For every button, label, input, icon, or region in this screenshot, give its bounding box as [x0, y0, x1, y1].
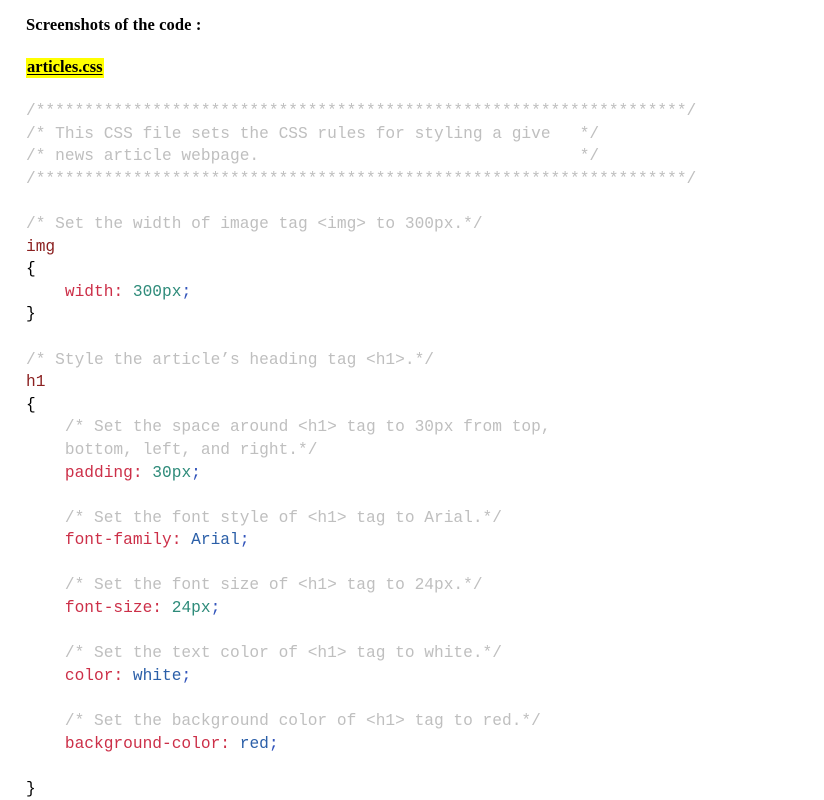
code-line: padding: 30px; — [26, 462, 806, 485]
code-line: /* news article webpage. */ — [26, 145, 806, 168]
css-comment: /* This CSS file sets the CSS rules for … — [26, 124, 600, 143]
css-brace: } — [26, 779, 36, 798]
code-line: font-family: Arial; — [26, 529, 806, 552]
css-comment: /* Set the font size of <h1> tag to 24px… — [26, 576, 483, 595]
css-comment: /* Set the text color of <h1> tag to whi… — [26, 644, 502, 663]
css-colon: : — [113, 666, 133, 685]
code-line: /* Set the font size of <h1> tag to 24px… — [26, 574, 806, 597]
css-comment: /***************************************… — [26, 169, 697, 188]
page-title: Screenshots of the code : — [26, 15, 202, 34]
css-property: color — [64, 666, 114, 685]
code-line: img — [26, 236, 806, 259]
css-semicolon: ; — [181, 282, 192, 301]
code-line: h1 — [26, 371, 806, 394]
css-comment: /* Set the space around <h1> tag to 30px… — [26, 418, 551, 437]
css-semicolon: ; — [191, 463, 201, 482]
css-selector: img — [26, 237, 56, 256]
css-value: 30px — [152, 463, 192, 482]
code-line: { — [26, 258, 806, 281]
css-comment: bottom, left, and right.*/ — [26, 440, 318, 459]
css-brace: } — [26, 305, 36, 324]
css-comment: /***************************************… — [26, 102, 697, 120]
code-line: } — [26, 303, 806, 326]
code-line: /***************************************… — [26, 168, 806, 191]
css-semicolon: ; — [181, 666, 192, 685]
css-semicolon: ; — [268, 734, 279, 753]
css-comment: /* Set the width of image tag <img> to 3… — [26, 214, 483, 233]
code-line: font-size: 24px; — [26, 597, 806, 620]
css-value: 24px — [171, 599, 211, 618]
css-value: Arial — [191, 531, 240, 550]
css-property: font-family — [64, 531, 172, 550]
css-colon: : — [132, 463, 153, 482]
css-colon: : — [113, 282, 133, 301]
css-semicolon: ; — [210, 599, 221, 618]
code-line: /***************************************… — [26, 100, 806, 123]
code-line: } — [26, 778, 806, 800]
css-comment: /* Set the background color of <h1> tag … — [26, 712, 541, 731]
css-comment: /* Set the font style of <h1> tag to Ari… — [26, 508, 502, 527]
document-page: Screenshots of the code : articles.css /… — [0, 0, 824, 798]
css-value: red — [239, 734, 269, 753]
css-property: padding — [64, 463, 133, 482]
code-line: bottom, left, and right.*/ — [26, 439, 806, 462]
css-property: font-size — [64, 599, 153, 618]
code-line: { — [26, 394, 806, 417]
code-line: color: white; — [26, 665, 806, 688]
css-comment: /* news article webpage. */ — [26, 147, 600, 166]
css-semicolon: ; — [239, 531, 250, 550]
code-line: /* Style the article’s heading tag <h1>.… — [26, 349, 806, 372]
css-value: 300px — [132, 282, 182, 301]
css-brace: { — [26, 395, 36, 414]
code-line: /* This CSS file sets the CSS rules for … — [26, 123, 806, 146]
css-colon: : — [220, 734, 240, 753]
css-property: background-color — [64, 734, 221, 753]
css-selector: h1 — [26, 373, 46, 392]
code-line: width: 300px; — [26, 281, 806, 304]
css-brace: { — [26, 260, 36, 279]
file-name-container: articles.css — [26, 58, 104, 78]
code-line: /* Set the font style of <h1> tag to Ari… — [26, 507, 806, 530]
css-property: width — [64, 282, 114, 301]
css-comment: /* Style the article’s heading tag <h1>.… — [26, 350, 434, 369]
code-line: /* Set the space around <h1> tag to 30px… — [26, 416, 806, 439]
code-line: /* Set the width of image tag <img> to 3… — [26, 213, 806, 236]
css-value: white — [132, 666, 182, 685]
code-line: /* Set the background color of <h1> tag … — [26, 710, 806, 733]
code-line: /* Set the text color of <h1> tag to whi… — [26, 642, 806, 665]
file-name-highlighted: articles.css — [26, 57, 104, 78]
css-colon: : — [171, 531, 192, 550]
code-line: background-color: red; — [26, 733, 806, 756]
css-colon: : — [152, 599, 172, 618]
code-listing: /***************************************… — [26, 100, 806, 800]
